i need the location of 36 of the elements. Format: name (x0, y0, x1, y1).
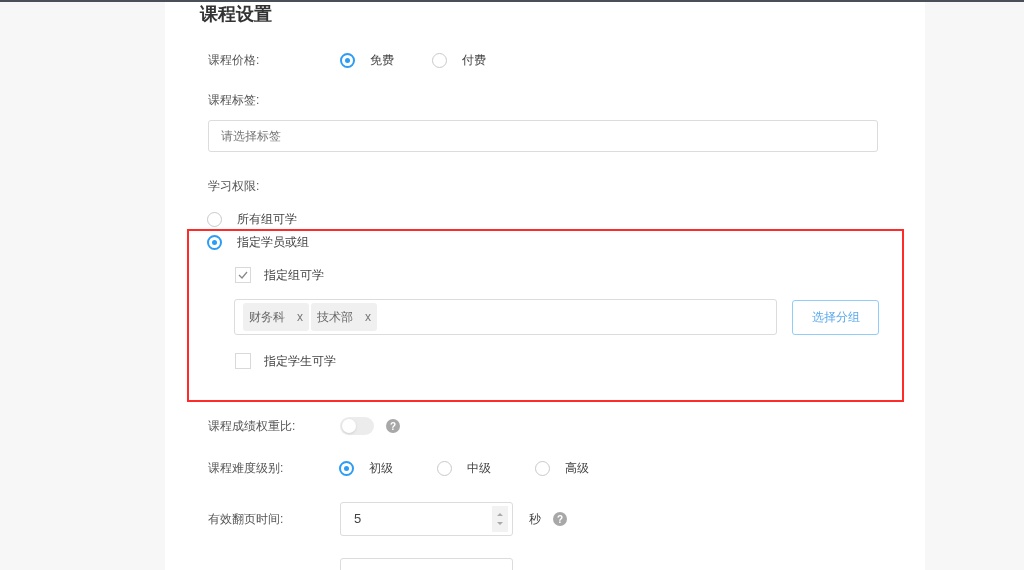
checkbox[interactable] (235, 353, 251, 369)
radio-button[interactable] (340, 52, 355, 68)
radio-label: 初级 (369, 460, 393, 477)
radio-label: 中级 (467, 460, 491, 477)
checkbox-label: 指定组可学 (264, 267, 324, 284)
tag-select-field[interactable]: 请选择标签 (208, 120, 878, 152)
remove-tag-button[interactable]: x (365, 308, 371, 326)
radio-label: 指定学员或组 (237, 234, 309, 251)
radio-label: 免费 (370, 52, 394, 69)
radio-label: 高级 (565, 460, 589, 477)
radio-label: 付费 (462, 52, 486, 69)
field-label: 课程难度级别: (208, 460, 285, 477)
radio-label: 所有组可学 (237, 211, 297, 228)
field-label: 课程价格: (208, 52, 261, 69)
tag-label: 财务科 (249, 309, 285, 326)
checkbox[interactable] (235, 267, 251, 283)
select-group-button[interactable]: 选择分组 (792, 299, 879, 335)
section-title: 课程设置 (200, 3, 273, 26)
field-label: 学习权限: (208, 178, 260, 195)
field-label: 课程标签: (208, 92, 260, 109)
field-label: 课程成绩权重比: (208, 418, 297, 435)
help-icon[interactable]: ? (553, 512, 567, 526)
help-icon[interactable]: ? (386, 419, 400, 433)
field-label: 有效翻页时间: (208, 511, 285, 528)
radio-button[interactable] (339, 460, 354, 476)
field-value: 5 (354, 510, 362, 529)
spinner-icon[interactable] (492, 506, 508, 532)
radio-button[interactable] (207, 234, 222, 250)
tag-label: 技术部 (317, 309, 353, 326)
checkbox-label: 指定学生可学 (264, 353, 336, 370)
remove-tag-button[interactable]: x (297, 308, 303, 326)
unit-label: 秒 (529, 511, 541, 528)
number-field[interactable]: 5 (340, 502, 513, 536)
toggle-switch[interactable] (340, 417, 374, 435)
group-tags-field[interactable]: 财务科 x 技术部 x (234, 299, 777, 335)
check-icon (238, 271, 248, 279)
